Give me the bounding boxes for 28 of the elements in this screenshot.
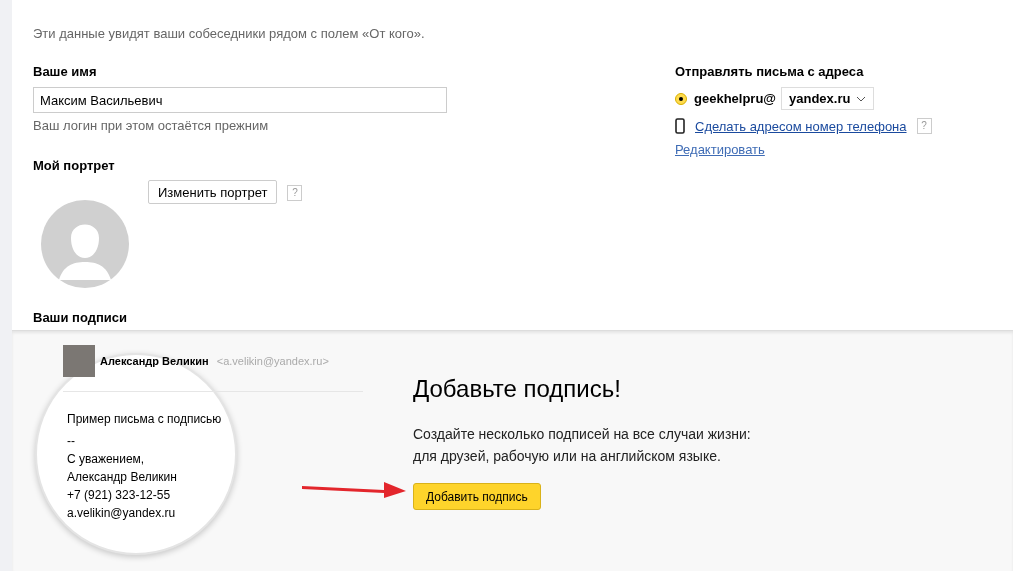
phone-address-link[interactable]: Сделать адресом номер телефона xyxy=(695,118,907,134)
letter-line: С уважением, xyxy=(67,451,145,468)
letter-line: -- xyxy=(67,433,75,450)
caret-icon xyxy=(856,95,867,102)
promo-title: Добавьте подпись! xyxy=(413,375,622,403)
login-hint: Ваш логин при этом остаётся прежним xyxy=(33,118,270,133)
name-label: Ваше имя xyxy=(33,64,98,79)
photo-placeholder xyxy=(63,345,95,377)
radio-button[interactable] xyxy=(675,92,687,105)
avatar-silhouette-icon xyxy=(41,200,129,288)
name-input-field[interactable]: Максим Васильевич xyxy=(33,87,447,113)
phone-icon xyxy=(675,118,685,134)
domain-select[interactable]: yandex.ru xyxy=(781,87,875,110)
letter-line: a.velikin@yandex.ru xyxy=(67,505,176,522)
sender-name: Александр Великин xyxy=(100,355,209,367)
change-portrait-button[interactable]: Изменить портрет xyxy=(148,180,278,204)
sender-email: <a.velikin@yandex.ru> xyxy=(216,355,329,367)
intro-text: Эти данные увидят ваши собеседники рядом с полем «От кого». xyxy=(33,26,426,41)
promo-text: Создайте несколько подписей на все случаи жизни: для друзей, рабочую или на английском языке. xyxy=(413,425,751,466)
letter-line: Пример письма с подписью xyxy=(67,411,222,428)
edit-link[interactable]: Редактировать xyxy=(675,142,765,157)
letter-line: +7 (921) 323-12-55 xyxy=(67,487,171,504)
login-text: geekhelpru@ xyxy=(694,91,777,106)
add-signature-button[interactable]: Добавить подпись xyxy=(413,483,541,510)
letter-line: Александр Великин xyxy=(67,469,177,486)
portrait-label: Мой портрет xyxy=(33,158,116,173)
sender-label: Отправлять письма с адреса xyxy=(675,64,865,79)
signatures-label: Ваши подписи xyxy=(33,310,128,325)
